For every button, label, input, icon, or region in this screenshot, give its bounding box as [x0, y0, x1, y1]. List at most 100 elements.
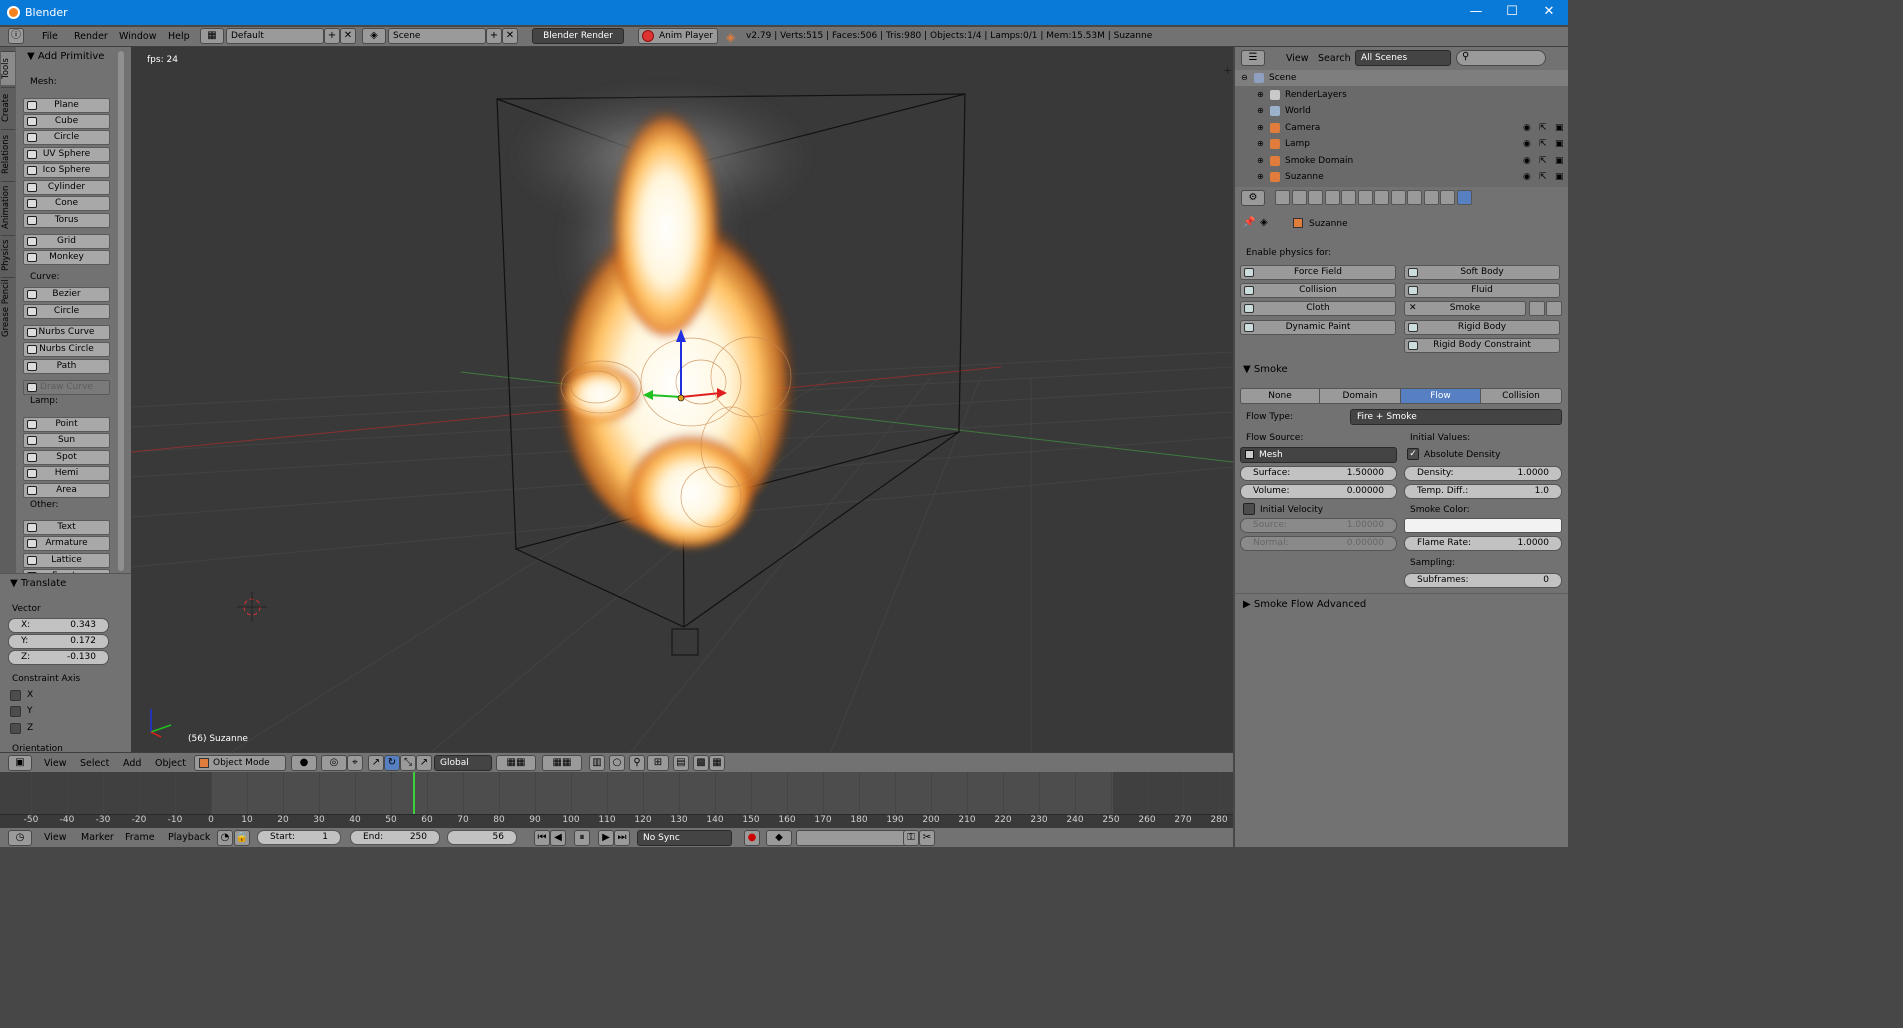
cursor-select-icon[interactable]: ⇱	[1539, 136, 1547, 152]
physics-rigid-body-button[interactable]: Rigid Body	[1404, 320, 1560, 335]
initial-velocity-checkbox[interactable]	[1243, 503, 1255, 515]
jump-keyframe-forward-icon[interactable]: ▶	[598, 830, 614, 846]
manipulator-extra-icon[interactable]: ↗	[416, 755, 432, 771]
editor-type-properties-icon[interactable]: ⚙	[1241, 190, 1265, 206]
physics-soft-body-button[interactable]: Soft Body	[1404, 265, 1560, 280]
screen-layout-field[interactable]: Default	[226, 28, 324, 44]
smoke-flow-advanced-header[interactable]: ▶ Smoke Flow Advanced	[1243, 599, 1366, 610]
add-lattice-button[interactable]: Lattice	[23, 553, 110, 568]
tab-world-icon[interactable]	[1324, 190, 1340, 205]
add-nurbs-circle-button[interactable]: Nurbs Circle	[23, 342, 110, 357]
expand-icon[interactable]: ⊕	[1257, 169, 1264, 185]
tab-particles-icon[interactable]	[1440, 190, 1455, 205]
vector-x-field[interactable]: X: 0.343	[8, 618, 109, 633]
cursor-select-icon[interactable]: ⇱	[1539, 153, 1547, 169]
smoke-type-none[interactable]: None	[1240, 388, 1320, 404]
tab-object-icon[interactable]	[1341, 190, 1356, 205]
eye-icon[interactable]: ◉	[1523, 169, 1531, 185]
menu-file[interactable]: File	[42, 31, 58, 42]
translate-manipulator-icon[interactable]: ↗	[368, 755, 384, 771]
volume-field[interactable]: Volume: 0.00000	[1240, 484, 1397, 499]
tab-physics[interactable]: Physics	[1, 235, 15, 275]
outliner-item-lamp[interactable]: ⊕ Lamp ◉ ⇱ ▣	[1235, 136, 1568, 152]
menu-window[interactable]: Window	[119, 31, 156, 42]
current-frame-indicator[interactable]	[412, 772, 415, 814]
add-text-button[interactable]: Text	[23, 520, 110, 535]
collapse-icon[interactable]: ⊖	[1241, 70, 1248, 86]
lock-time-icon[interactable]: 🔒	[234, 830, 250, 846]
anim-player-button[interactable]: Anim Player	[638, 28, 718, 44]
add-circle-button[interactable]: Circle	[23, 304, 110, 319]
scene-field[interactable]: Scene	[388, 28, 486, 44]
smoke-type-flow[interactable]: Flow	[1400, 388, 1481, 404]
vector-z-field[interactable]: Z: -0.130	[8, 650, 109, 665]
editor-type-3dview-icon[interactable]: ▣	[8, 755, 32, 771]
outliner-menu-view[interactable]: View	[1286, 53, 1309, 64]
tab-relations[interactable]: Relations	[1, 129, 15, 179]
layers-row-2-icon[interactable]: ▦▦	[542, 755, 582, 771]
physics-cloth-button[interactable]: Cloth	[1240, 301, 1396, 316]
snap-element-icon[interactable]: ⊞	[647, 755, 669, 771]
tab-render-icon[interactable]	[1275, 190, 1290, 205]
outliner-item-scene[interactable]: ⊖ Scene	[1235, 70, 1568, 86]
preview-range-icon[interactable]: ◔	[217, 830, 233, 846]
minimize-button[interactable]: —	[1466, 3, 1486, 21]
outliner-item-world[interactable]: ⊕ World	[1235, 103, 1568, 119]
render-camera-icon[interactable]: ▣	[1555, 153, 1564, 169]
lock-layers-icon[interactable]: ▥	[589, 755, 605, 771]
pivot-point-icon[interactable]: ◎	[321, 755, 347, 771]
smoke-render-toggle-icon[interactable]	[1529, 301, 1545, 316]
expand-icon[interactable]: ⊕	[1257, 136, 1264, 152]
flow-source-dropdown[interactable]: Mesh	[1240, 447, 1397, 463]
tab-grease-pencil[interactable]: Grease Pencil	[1, 277, 15, 339]
render-animation-icon[interactable]: ▦	[709, 755, 725, 771]
render-camera-icon[interactable]: ▣	[1555, 136, 1564, 152]
add-cone-button[interactable]: Cone	[23, 196, 110, 211]
manipulator-toggle-icon[interactable]: ⌖	[347, 755, 363, 771]
jump-start-icon[interactable]: ⏮	[534, 830, 550, 846]
remove-screen-icon[interactable]: ✕	[340, 28, 356, 44]
mode-dropdown[interactable]: Object Mode	[194, 755, 286, 771]
end-frame-field[interactable]: End: 250	[350, 830, 440, 845]
physics-force-field-button[interactable]: Force Field	[1240, 265, 1396, 280]
editor-type-timeline-icon[interactable]: ◷	[8, 830, 32, 846]
add-bezier-button[interactable]: Bezier	[23, 287, 110, 302]
physics-fluid-button[interactable]: Fluid	[1404, 283, 1560, 298]
menu-marker[interactable]: Marker	[81, 832, 114, 843]
flow-type-dropdown[interactable]: Fire + Smoke	[1350, 409, 1562, 425]
absolute-density-checkbox[interactable]: ✓	[1407, 448, 1419, 460]
physics-rigid-body-constraint-button[interactable]: Rigid Body Constraint	[1404, 338, 1560, 353]
editor-type-info-icon[interactable]: ⓘ	[8, 28, 24, 44]
add-path-button[interactable]: Path	[23, 359, 110, 374]
snap-target-icon[interactable]: ▤	[673, 755, 689, 771]
render-preview-icon[interactable]: ▩	[693, 755, 709, 771]
physics-smoke-button[interactable]: ✕ Smoke	[1404, 301, 1562, 316]
add-circle-button[interactable]: Circle	[23, 130, 110, 145]
jump-end-icon[interactable]: ⏭	[614, 830, 630, 846]
smoke-type-collision[interactable]: Collision	[1480, 388, 1562, 404]
add-screen-icon[interactable]: +	[324, 28, 340, 44]
temp-diff-field[interactable]: Temp. Diff.: 1.0	[1404, 484, 1562, 499]
remove-smoke-icon[interactable]: ✕	[1409, 302, 1417, 315]
tool-shelf-scrollbar[interactable]	[118, 51, 124, 571]
eye-icon[interactable]: ◉	[1523, 120, 1531, 136]
add-area-button[interactable]: Area	[23, 483, 110, 498]
menu-playback[interactable]: Playback	[168, 832, 210, 843]
physics-dynamic-paint-button[interactable]: Dynamic Paint	[1240, 320, 1396, 335]
add-uv-sphere-button[interactable]: UV Sphere	[23, 147, 110, 162]
auto-keying-icon[interactable]: ●	[744, 830, 760, 846]
play-pause-icon[interactable]: ⏸	[574, 830, 590, 846]
menu-timeline-view[interactable]: View	[44, 832, 67, 843]
display-mode-dropdown[interactable]: All Scenes	[1355, 50, 1451, 66]
menu-object[interactable]: Object	[155, 758, 186, 769]
layers-row-1-icon[interactable]: ▦▦	[496, 755, 536, 771]
add-scene-icon[interactable]: +	[486, 28, 502, 44]
tab-render-layers-icon[interactable]	[1291, 190, 1307, 205]
render-camera-icon[interactable]: ▣	[1555, 120, 1564, 136]
expand-icon[interactable]: ⊕	[1257, 103, 1264, 119]
outliner-item-smoke-domain[interactable]: ⊕ Smoke Domain ◉ ⇱ ▣	[1235, 153, 1568, 169]
screen-layout-grid-icon[interactable]: ▦	[200, 28, 224, 44]
menu-help[interactable]: Help	[168, 31, 190, 42]
add-nurbs-curve-button[interactable]: Nurbs Curve	[23, 325, 110, 340]
add-cylinder-button[interactable]: Cylinder	[23, 180, 110, 195]
